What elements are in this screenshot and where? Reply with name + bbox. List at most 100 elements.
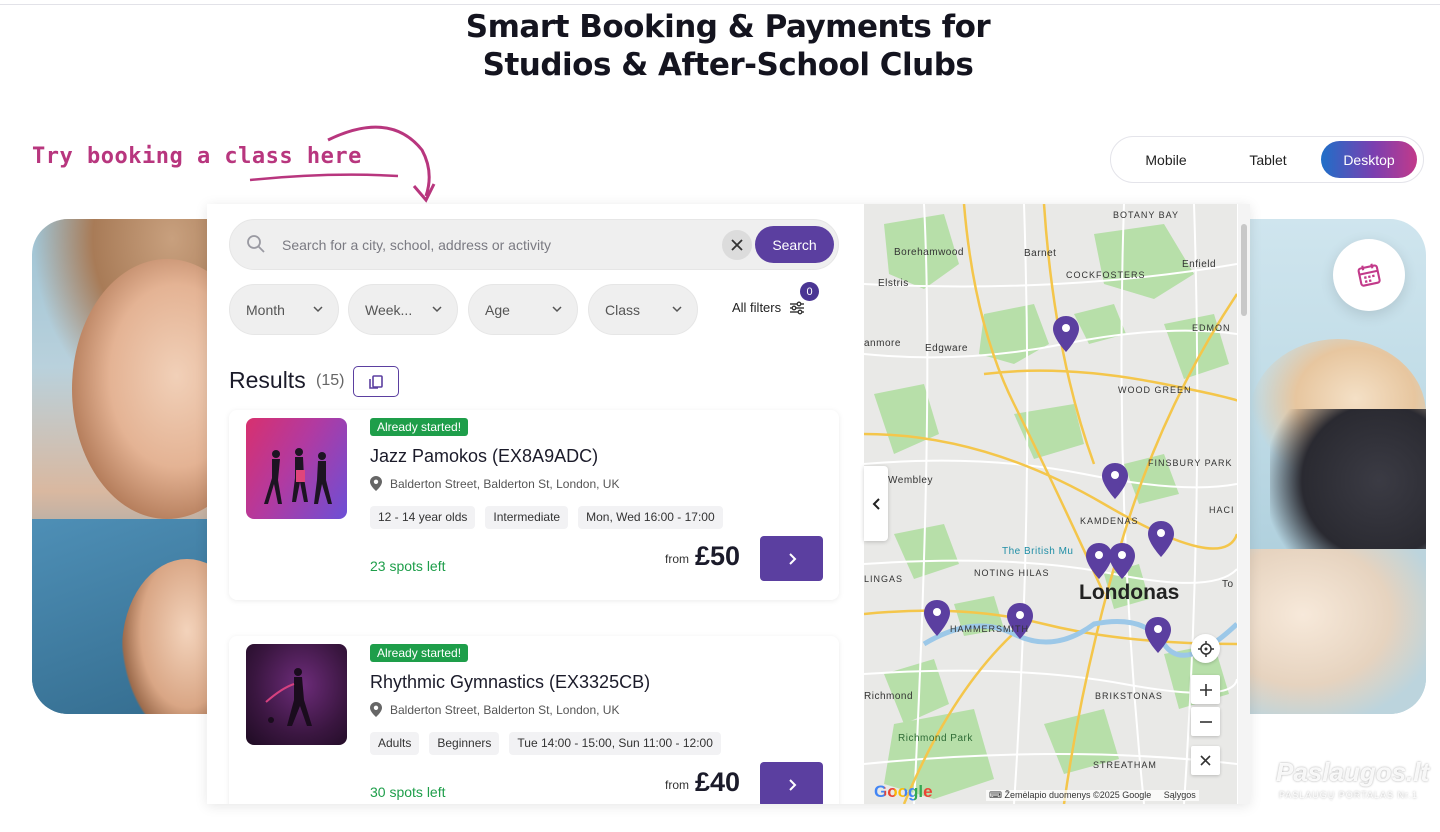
google-brand: Google <box>874 782 933 801</box>
status-badge: Already started! <box>370 644 469 662</box>
chevron-down-icon <box>432 306 442 313</box>
map-scrollbar[interactable] <box>1238 204 1250 804</box>
price-from-label: from <box>665 552 689 566</box>
keyboard-icon[interactable]: ⌨ <box>989 790 1002 800</box>
age-chip: 12 - 14 year olds <box>370 506 476 529</box>
minus-icon <box>1199 720 1212 723</box>
location-pin-icon <box>370 702 382 717</box>
map-attribution: ⌨ Žemėlapio duomenys ©2025 Google Sąlygo… <box>986 790 1199 801</box>
map-place-label: LINGAS <box>864 574 904 584</box>
filter-month[interactable]: Month <box>229 284 339 335</box>
chevron-down-icon <box>552 306 562 313</box>
all-filters-label: All filters <box>732 300 782 315</box>
filter-age[interactable]: Age <box>468 284 578 335</box>
class-chips: Adults Beginners Tue 14:00 - 15:00, Sun … <box>370 732 721 755</box>
chevron-down-icon <box>313 306 323 313</box>
map-canvas <box>864 204 1237 804</box>
map-place-label: Edgware <box>925 343 968 354</box>
map-collapse-button[interactable] <box>864 466 888 541</box>
map-place-label: The British Mu <box>1002 546 1074 557</box>
class-address-text: Balderton Street, Balderton St, London, … <box>390 702 620 717</box>
copy-button[interactable] <box>353 366 399 397</box>
results-title: Results <box>229 367 306 393</box>
status-badge: Already started! <box>370 418 469 436</box>
filter-age-label: Age <box>485 301 510 318</box>
level-chip: Beginners <box>429 732 500 755</box>
map-place-label: To <box>1222 579 1234 590</box>
map-place-label: BRIKSTONAS <box>1095 691 1163 701</box>
all-filters-button[interactable]: All filters <box>732 300 805 315</box>
curved-arrow-icon <box>249 125 436 203</box>
crosshair-icon <box>1197 640 1214 657</box>
class-title[interactable]: Jazz Pamokos (EX8A9ADC) <box>370 446 598 467</box>
price-from-label: from <box>665 778 689 792</box>
chevron-down-icon <box>672 306 682 313</box>
chevron-right-icon <box>788 778 796 791</box>
class-price: £50 <box>695 541 741 571</box>
device-mobile-button[interactable]: Mobile <box>1115 141 1217 178</box>
search-input[interactable] <box>282 232 712 258</box>
map-place-label: Elstris <box>878 278 909 289</box>
class-price: £40 <box>695 767 741 797</box>
open-class-button[interactable] <box>760 762 823 804</box>
plus-icon <box>1199 683 1212 696</box>
watermark-tagline: PASLAUGŲ PORTALAS Nr.1 <box>1278 790 1418 800</box>
class-address-text: Balderton Street, Balderton St, London, … <box>390 476 620 491</box>
map-place-label: WOOD GREEN <box>1118 385 1192 395</box>
map-place-label: HAMMERSMITH <box>950 624 1029 634</box>
map-locate-button[interactable] <box>1191 634 1220 663</box>
map-place-label: EDMON <box>1192 323 1231 333</box>
calendar-icon <box>1357 263 1381 287</box>
filter-week[interactable]: Week... <box>348 284 458 335</box>
chevron-right-icon <box>788 552 796 565</box>
filter-class[interactable]: Class <box>588 284 698 335</box>
filter-week-label: Week... <box>365 301 413 318</box>
map-zoom-out-button[interactable] <box>1191 707 1220 736</box>
spots-left: 30 spots left <box>370 784 446 800</box>
map-place-label: NOTING HILAS <box>974 568 1050 578</box>
class-card[interactable]: Already started! Rhythmic Gymnastics (EX… <box>229 636 839 804</box>
search-button[interactable]: Search <box>755 226 834 263</box>
map-place-label: FINSBURY PARK <box>1148 458 1233 468</box>
google-logo: Google <box>874 782 933 802</box>
map-place-label: Enfield <box>1182 259 1217 270</box>
map-view[interactable]: BOTANY BAY Borehamwood Barnet Enfield CO… <box>864 204 1237 804</box>
map-place-label: KAMDENAS <box>1080 516 1139 526</box>
map-place-label: Borehamwood <box>894 247 964 258</box>
close-icon <box>1200 755 1211 766</box>
booking-widget: Search Month Week... Age Class All filte… <box>207 204 1250 804</box>
device-switch: Mobile Tablet Desktop <box>1110 136 1424 183</box>
open-class-button[interactable] <box>760 536 823 581</box>
class-title[interactable]: Rhythmic Gymnastics (EX3325CB) <box>370 672 650 693</box>
class-card[interactable]: Already started! Jazz Pamokos (EX8A9ADC)… <box>229 410 839 600</box>
map-close-button[interactable] <box>1191 746 1220 775</box>
calendar-button[interactable] <box>1333 239 1405 311</box>
headline-line-2: Studios & After-School Clubs <box>482 47 974 83</box>
schedule-chip: Mon, Wed 16:00 - 17:00 <box>578 506 723 529</box>
chevron-left-icon <box>872 497 880 510</box>
gymnast-image <box>265 668 312 726</box>
copy-icon <box>369 374 383 389</box>
headline-line-1: Smart Booking & Payments for <box>465 9 991 45</box>
class-address: Balderton Street, Balderton St, London, … <box>370 476 619 491</box>
map-city-label: Londonas <box>1079 581 1180 604</box>
map-zoom-in-button[interactable] <box>1191 675 1220 704</box>
device-tablet-button[interactable]: Tablet <box>1217 141 1319 178</box>
clear-search-button[interactable] <box>722 230 752 260</box>
class-thumbnail <box>246 418 347 519</box>
map-place-label: anmore <box>864 338 901 349</box>
location-pin-icon <box>370 476 382 491</box>
results-count: (15) <box>316 372 345 389</box>
watermark-brand: Paslaugos.lt <box>1276 757 1430 787</box>
close-icon <box>731 239 743 251</box>
map-terms-link[interactable]: Sąlygos <box>1164 790 1196 800</box>
schedule-chip: Tue 14:00 - 15:00, Sun 11:00 - 12:00 <box>509 732 721 755</box>
search-bar: Search <box>229 219 839 270</box>
map-place-label: Barnet <box>1024 248 1057 259</box>
class-thumbnail <box>246 644 347 745</box>
map-place-label: STREATHAM <box>1093 760 1157 770</box>
sliders-icon <box>790 301 805 314</box>
filter-month-label: Month <box>246 301 285 318</box>
level-chip: Intermediate <box>485 506 569 529</box>
device-desktop-button[interactable]: Desktop <box>1321 141 1417 178</box>
